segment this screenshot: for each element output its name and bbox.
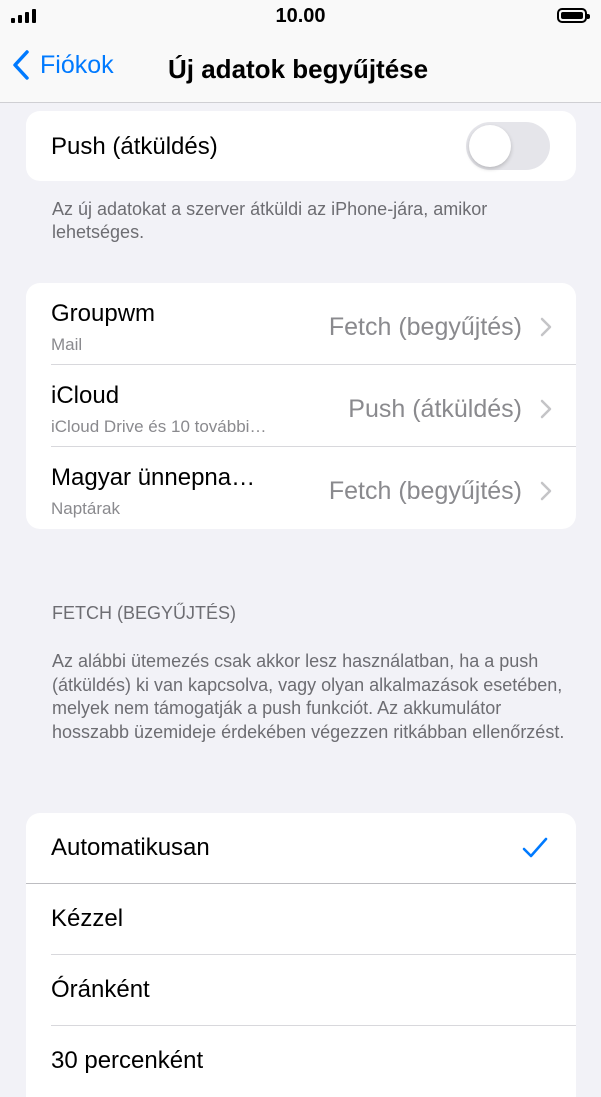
status-time: 10.00 bbox=[275, 5, 326, 27]
page-title: Új adatok begyűjtése bbox=[168, 54, 429, 84]
account-fetch-mode: Fetch (begyűjtés) bbox=[328, 477, 522, 505]
push-card: Push (átküldés) bbox=[26, 111, 576, 181]
fetch-description: Az alábbi ütemezés csak akkor lesz haszn… bbox=[52, 651, 565, 742]
fetch-option-label: 30 percenként bbox=[51, 1047, 204, 1074]
fetch-option-label: Kézzel bbox=[51, 905, 124, 932]
fetch-option-automatic[interactable]: Automatikusan bbox=[26, 813, 576, 884]
battery-icon bbox=[557, 8, 590, 23]
accounts-card: Groupwm Mail Fetch (begyűjtés) iCloud iC… bbox=[26, 283, 576, 529]
chevron-right-icon bbox=[540, 481, 552, 501]
fetch-option-30min[interactable]: 30 percenként bbox=[26, 1026, 576, 1097]
push-footer: Az új adatokat a szerver átküldi az iPho… bbox=[52, 199, 488, 242]
back-button[interactable]: Fiókok bbox=[12, 50, 114, 80]
chevron-left-icon bbox=[13, 50, 29, 80]
push-label: Push (átküldés) bbox=[51, 133, 218, 160]
fetch-option-hourly[interactable]: Óránként bbox=[26, 955, 576, 1026]
push-row: Push (átküldés) bbox=[26, 111, 576, 181]
checkmark-icon bbox=[522, 837, 548, 858]
account-name: Magyar ünnepna… bbox=[51, 464, 256, 491]
status-bar: 10.00 bbox=[0, 0, 601, 34]
fetch-option-manual[interactable]: Kézzel bbox=[26, 884, 576, 955]
account-detail: Mail bbox=[51, 335, 83, 354]
account-fetch-mode: Fetch (begyűjtés) bbox=[328, 313, 522, 341]
account-row-groupwm[interactable]: Groupwm Mail Fetch (begyűjtés) bbox=[26, 283, 576, 365]
navigation-bar: Fiókok Új adatok begyűjtése bbox=[0, 34, 601, 103]
fetch-option-label: Óránként bbox=[51, 976, 150, 1003]
back-button-label: Fiókok bbox=[40, 50, 114, 79]
account-detail: iCloud Drive és 10 további… bbox=[51, 417, 267, 436]
account-fetch-mode: Push (átküldés) bbox=[348, 395, 522, 423]
chevron-right-icon bbox=[540, 317, 552, 337]
fetch-section-header: FETCH (BEGYŰJTÉS) bbox=[52, 603, 237, 623]
account-name: iCloud bbox=[51, 382, 120, 409]
chevron-right-icon bbox=[540, 399, 552, 419]
fetch-options-card: Automatikusan Kézzel Óránként 30 percenk… bbox=[26, 813, 576, 1097]
toggle-knob bbox=[469, 125, 511, 167]
account-name: Groupwm bbox=[51, 300, 156, 327]
push-toggle[interactable] bbox=[466, 122, 550, 170]
account-row-icloud[interactable]: iCloud iCloud Drive és 10 további… Push … bbox=[26, 365, 576, 447]
fetch-option-label: Automatikusan bbox=[51, 834, 210, 861]
account-row-holidays[interactable]: Magyar ünnepna… Naptárak Fetch (begyűjté… bbox=[26, 447, 576, 529]
account-detail: Naptárak bbox=[51, 499, 120, 518]
